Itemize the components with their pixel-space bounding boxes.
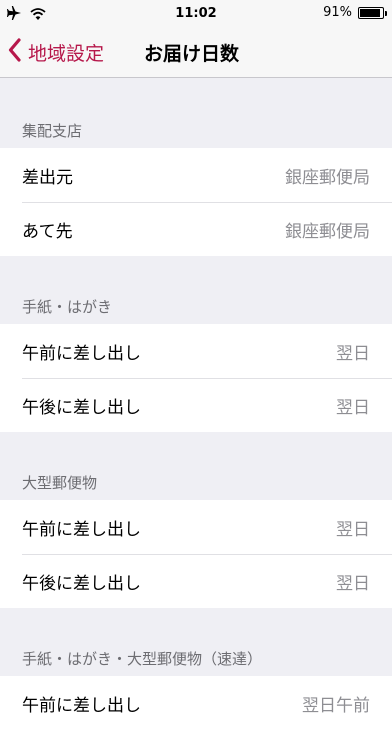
- status-bar-right: 91%: [323, 5, 387, 20]
- row-label: 午前に差し出し: [22, 519, 141, 540]
- navigation-bar: 地域設定 お届け日数: [0, 28, 392, 78]
- table-row[interactable]: 差出元 銀座郵便局: [0, 148, 392, 202]
- table-row[interactable]: 午後に差し出し 翌日: [0, 378, 392, 432]
- section-branch: 差出元 銀座郵便局 あて先 銀座郵便局: [0, 148, 392, 256]
- section-header-letters: 手紙・はがき: [0, 256, 392, 324]
- row-label: 午後に差し出し: [22, 573, 141, 594]
- row-label: 差出元: [22, 167, 73, 188]
- settings-table: 集配支店 差出元 銀座郵便局 あて先 銀座郵便局 手紙・はがき 午前に差し出し …: [0, 78, 392, 730]
- battery-level-fill: [360, 8, 380, 17]
- row-label: 午後に差し出し: [22, 397, 141, 418]
- back-button[interactable]: 地域設定: [8, 36, 104, 68]
- status-bar: 11:02 91%: [0, 0, 392, 28]
- row-value: 銀座郵便局: [285, 221, 370, 242]
- battery-percent: 91%: [323, 5, 352, 20]
- row-value: 翌日: [336, 397, 370, 418]
- page-title: お届け日数: [144, 43, 240, 65]
- section-large-mail: 午前に差し出し 翌日 午後に差し出し 翌日: [0, 500, 392, 608]
- back-button-label: 地域設定: [28, 42, 105, 65]
- battery-icon: [358, 6, 387, 19]
- section-header-express: 手紙・はがき・大型郵便物（速達）: [0, 608, 392, 676]
- row-value: 銀座郵便局: [285, 167, 370, 188]
- table-row[interactable]: 午後に差し出し 翌日: [0, 554, 392, 608]
- section-header-branch: 集配支店: [0, 78, 392, 148]
- row-label: 午前に差し出し: [22, 343, 141, 364]
- row-value: 翌日: [336, 573, 370, 594]
- table-row[interactable]: 午前に差し出し 翌日: [0, 500, 392, 554]
- table-row[interactable]: 午前に差し出し 翌日: [0, 324, 392, 378]
- chevron-left-icon: [8, 38, 22, 66]
- section-header-large-mail: 大型郵便物: [0, 432, 392, 500]
- section-letters: 午前に差し出し 翌日 午後に差し出し 翌日: [0, 324, 392, 432]
- row-value: 翌日: [336, 519, 370, 540]
- table-row[interactable]: あて先 銀座郵便局: [0, 202, 392, 256]
- row-value: 翌日: [336, 343, 370, 364]
- bottom-fade: [0, 682, 392, 696]
- row-label: あて先: [22, 221, 73, 242]
